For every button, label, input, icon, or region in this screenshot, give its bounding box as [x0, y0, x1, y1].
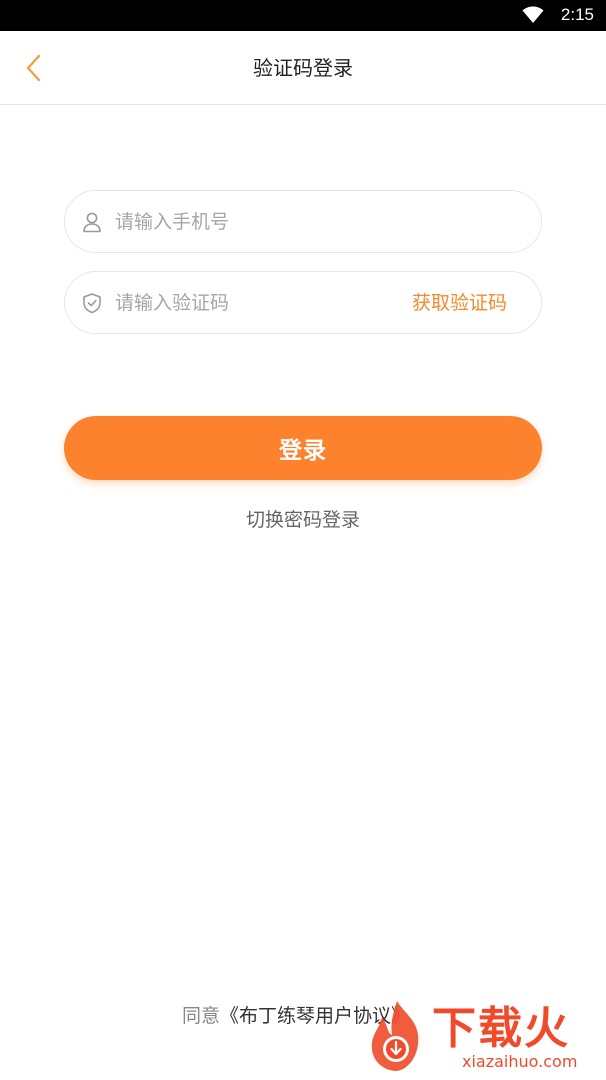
- user-icon: [83, 212, 101, 233]
- header: 验证码登录: [0, 31, 606, 105]
- agreement-prefix: 同意: [182, 1005, 221, 1027]
- login-screen: 2:15 验证码登录 获取验证码 登录 切换密码登录 同意《布丁练琴用户协议》: [0, 0, 606, 1080]
- flame-logo-icon: [371, 1001, 419, 1071]
- code-input[interactable]: [115, 284, 385, 322]
- page-title: 验证码登录: [253, 56, 353, 80]
- get-code-button[interactable]: 获取验证码: [412, 291, 507, 315]
- login-button[interactable]: 登录: [64, 416, 542, 480]
- wifi-icon: [522, 6, 544, 23]
- watermark-url: xiazaihuo.com: [462, 1052, 578, 1071]
- code-field: 获取验证码: [64, 271, 542, 334]
- status-bar: 2:15: [0, 0, 606, 31]
- shield-icon: [83, 293, 101, 314]
- watermark: 下载火 xiazaihuo.com: [360, 995, 606, 1080]
- phone-field: [64, 190, 542, 253]
- status-time: 2:15: [560, 5, 594, 24]
- phone-input[interactable]: [115, 203, 515, 241]
- watermark-text: 下载火: [432, 1003, 570, 1054]
- switch-password-login-link[interactable]: 切换密码登录: [0, 507, 606, 533]
